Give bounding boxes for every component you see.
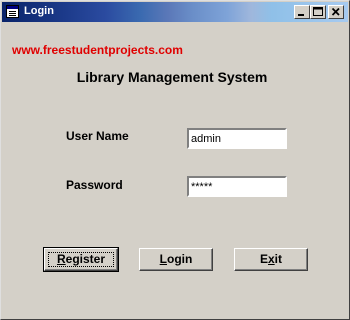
exit-button[interactable]: Exit [234,248,308,271]
close-button[interactable] [328,5,344,19]
register-label-rest: egister [65,252,106,266]
minimize-icon [298,14,304,16]
title-bar[interactable]: Login [2,2,348,22]
maximize-button[interactable] [310,5,326,19]
site-link: www.freestudentprojects.com [12,43,183,57]
exit-label-pre: E [259,252,268,266]
login-window: Login www.freestudentprojects.com Librar… [0,0,350,320]
exit-mnemonic: x [267,252,275,266]
maximize-icon [313,7,323,16]
app-title-text: Library Management System [76,69,268,85]
register-mnemonic: R [56,252,66,266]
minimize-button[interactable] [294,5,310,19]
login-mnemonic: L [159,252,167,266]
close-icon [331,7,340,16]
app-title: Library Management System [1,69,350,85]
username-label: User Name [66,129,129,143]
window-title: Login [24,5,54,17]
password-label: Password [66,178,123,192]
exit-label-post: it [274,252,283,266]
login-label-rest: ogin [167,252,193,266]
username-input[interactable] [187,128,287,149]
window-app-icon [6,5,19,18]
password-input[interactable] [187,176,287,197]
register-button[interactable]: Register [43,247,119,272]
login-button[interactable]: Login [139,248,213,271]
